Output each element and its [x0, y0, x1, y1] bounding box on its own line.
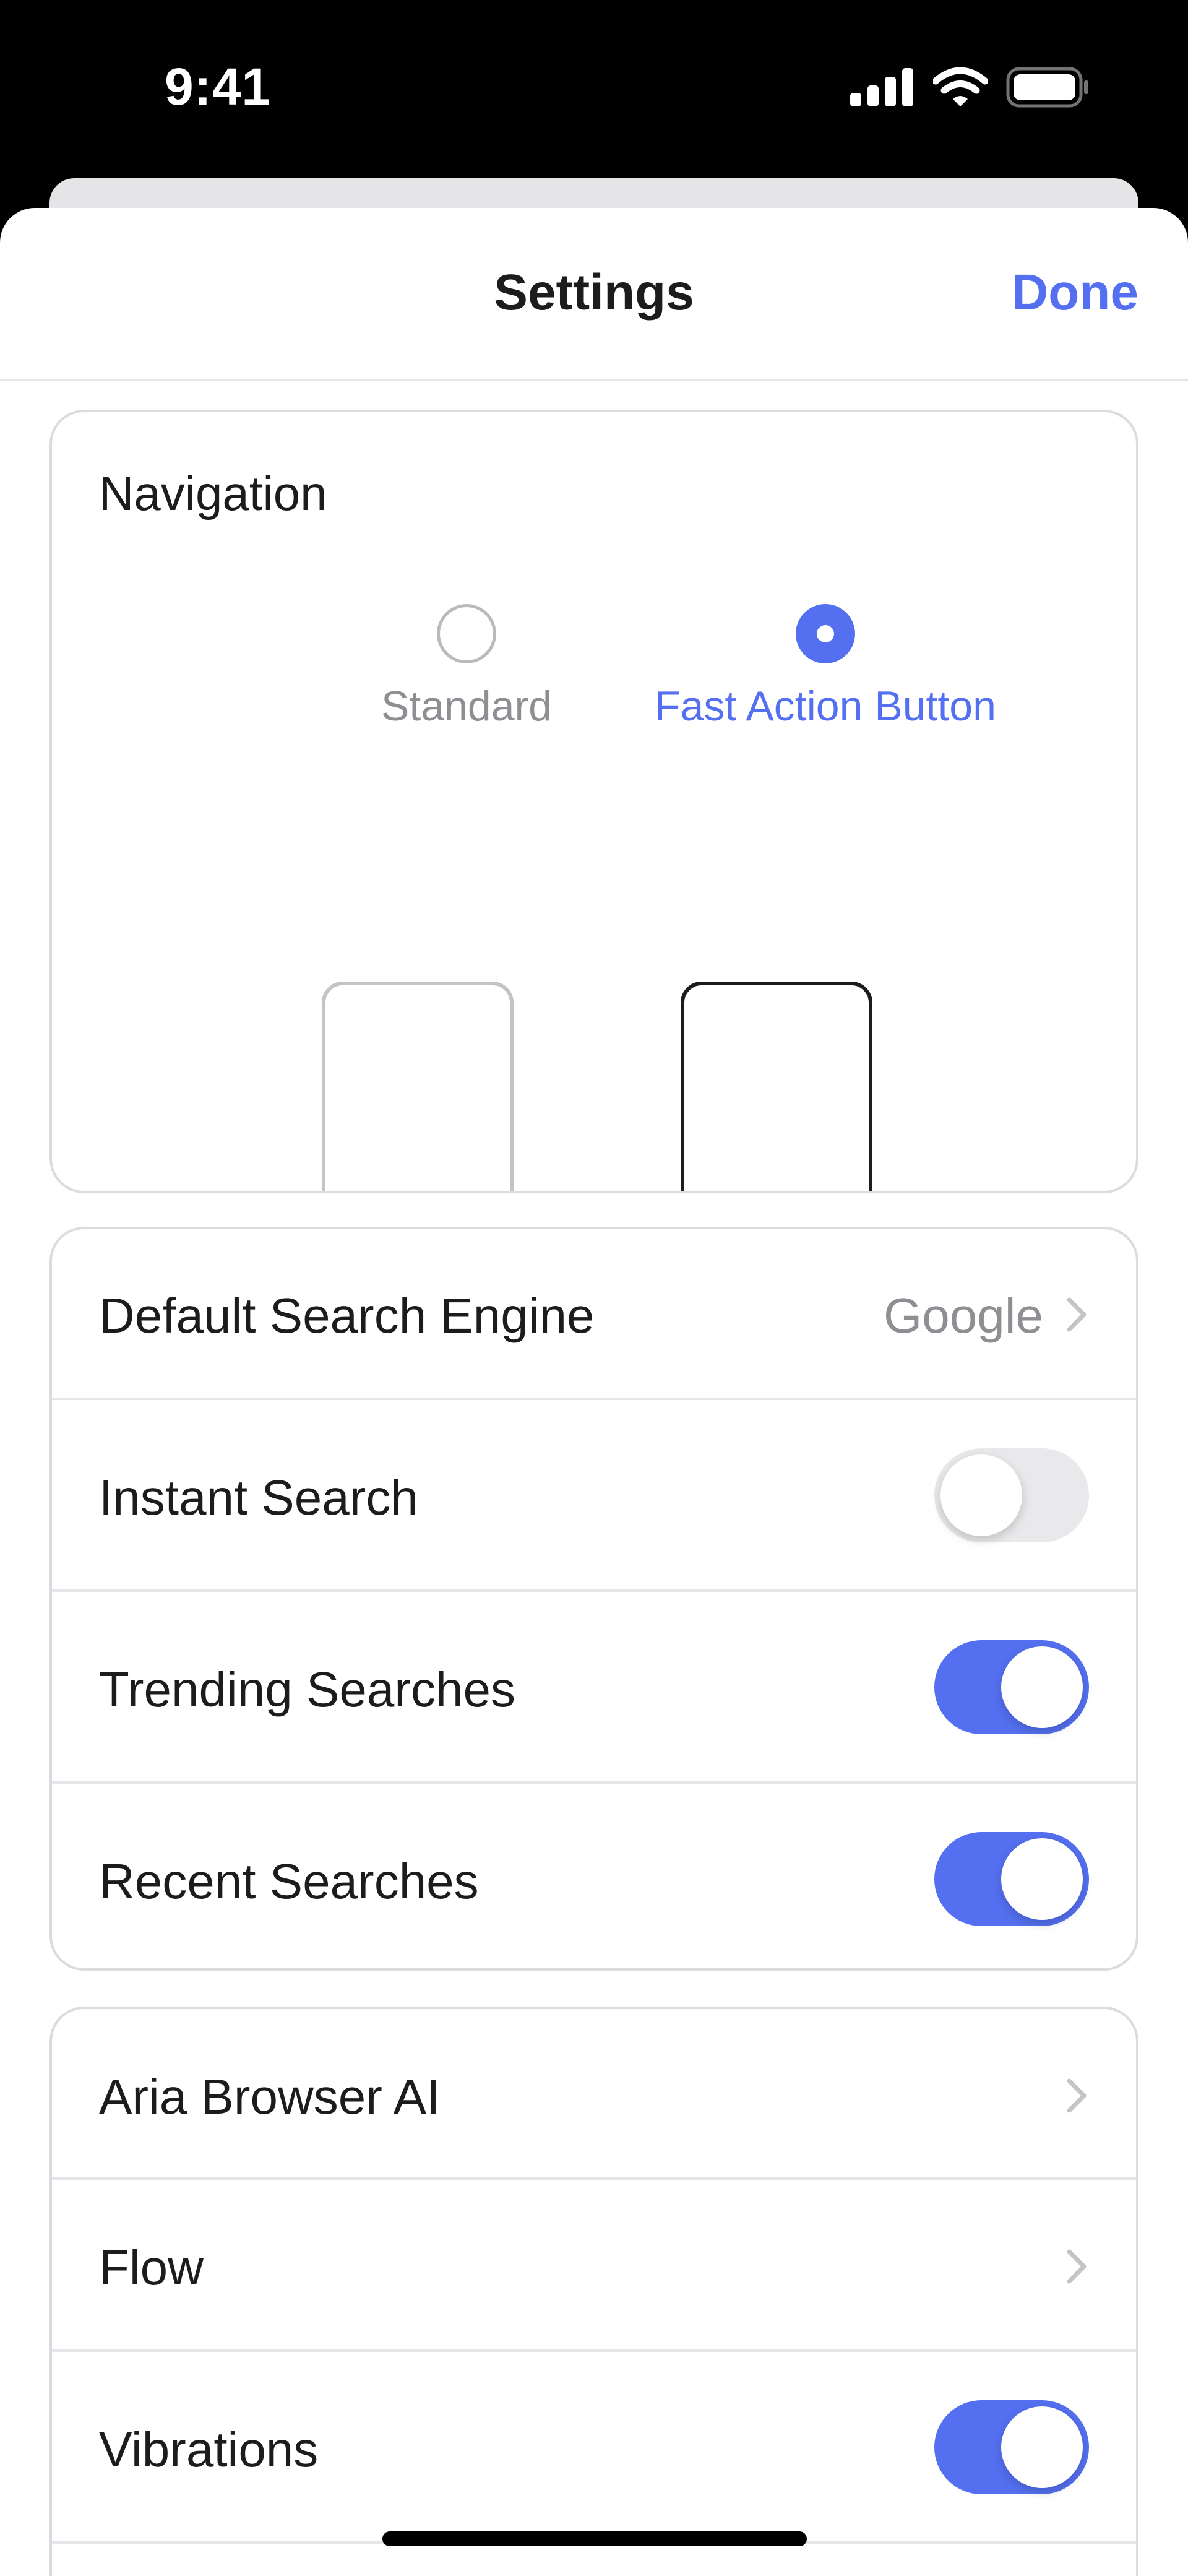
toggle-knob [1001, 1646, 1083, 1728]
toggle-knob [940, 1454, 1022, 1536]
trending-searches-row: Trending Searches [52, 1589, 1136, 1781]
fast-action-button-radio[interactable] [796, 604, 855, 663]
trending-searches-label: Trending Searches [99, 1662, 515, 1717]
search-settings-card: Default Search Engine Google Instant Sea… [50, 1227, 1138, 1971]
aria-browser-ai-label: Aria Browser AI [99, 2069, 441, 2124]
cellular-signal-icon [850, 68, 913, 106]
chevron-right-icon [1067, 1297, 1087, 1332]
done-button[interactable]: Done [1012, 264, 1138, 322]
instant-search-label: Instant Search [99, 1470, 418, 1525]
instant-search-toggle[interactable] [934, 1448, 1089, 1542]
navigation-card: Navigation Standard Fast Action Button [50, 410, 1138, 1193]
next-settings-row[interactable] [52, 2541, 1136, 2576]
instant-search-row: Instant Search [52, 1398, 1136, 1589]
battery-icon [1006, 67, 1088, 108]
chevron-right-icon [1067, 2249, 1087, 2284]
chevron-right-icon [1067, 2078, 1087, 2113]
recent-searches-row: Recent Searches [52, 1781, 1136, 1968]
recent-searches-toggle[interactable] [934, 1832, 1089, 1926]
toggle-knob [1001, 2406, 1083, 2488]
standard-label: Standard [381, 683, 552, 730]
flow-label: Flow [99, 2240, 204, 2295]
fast-action-button-preview-illustration[interactable] [681, 982, 872, 1191]
standard-preview-illustration[interactable] [322, 982, 514, 1191]
page-title: Settings [494, 264, 694, 321]
trending-searches-toggle[interactable] [934, 1640, 1089, 1734]
settings-sheet: Settings Done Navigation Standard Fast A… [0, 208, 1188, 2576]
aria-browser-ai-row[interactable]: Aria Browser AI [52, 2009, 1136, 2177]
wifi-icon [933, 67, 988, 106]
vibrations-toggle[interactable] [934, 2400, 1089, 2494]
more-settings-card: Aria Browser AI Flow Vibrations [50, 2007, 1138, 2576]
toggle-knob [1001, 1838, 1083, 1920]
flow-row[interactable]: Flow [52, 2177, 1136, 2349]
vibrations-row: Vibrations [52, 2349, 1136, 2541]
status-bar: 9:41 [0, 0, 1188, 179]
home-indicator[interactable] [382, 2531, 807, 2546]
status-icons [850, 67, 1089, 108]
nav-bar: Settings Done [0, 208, 1188, 381]
fast-action-button-label: Fast Action Button [655, 683, 996, 730]
navigation-option-fast-action-button[interactable]: Fast Action Button [634, 604, 1017, 730]
default-search-engine-row[interactable]: Default Search Engine Google [52, 1229, 1136, 1398]
default-search-engine-label: Default Search Engine [99, 1288, 595, 1343]
default-search-engine-value: Google [884, 1288, 1043, 1343]
vibrations-label: Vibrations [99, 2422, 319, 2477]
recent-searches-label: Recent Searches [99, 1854, 479, 1909]
status-time: 9:41 [165, 58, 272, 116]
navigation-option-standard[interactable]: Standard [275, 604, 658, 730]
navigation-title: Navigation [99, 466, 327, 521]
standard-radio[interactable] [437, 604, 496, 663]
